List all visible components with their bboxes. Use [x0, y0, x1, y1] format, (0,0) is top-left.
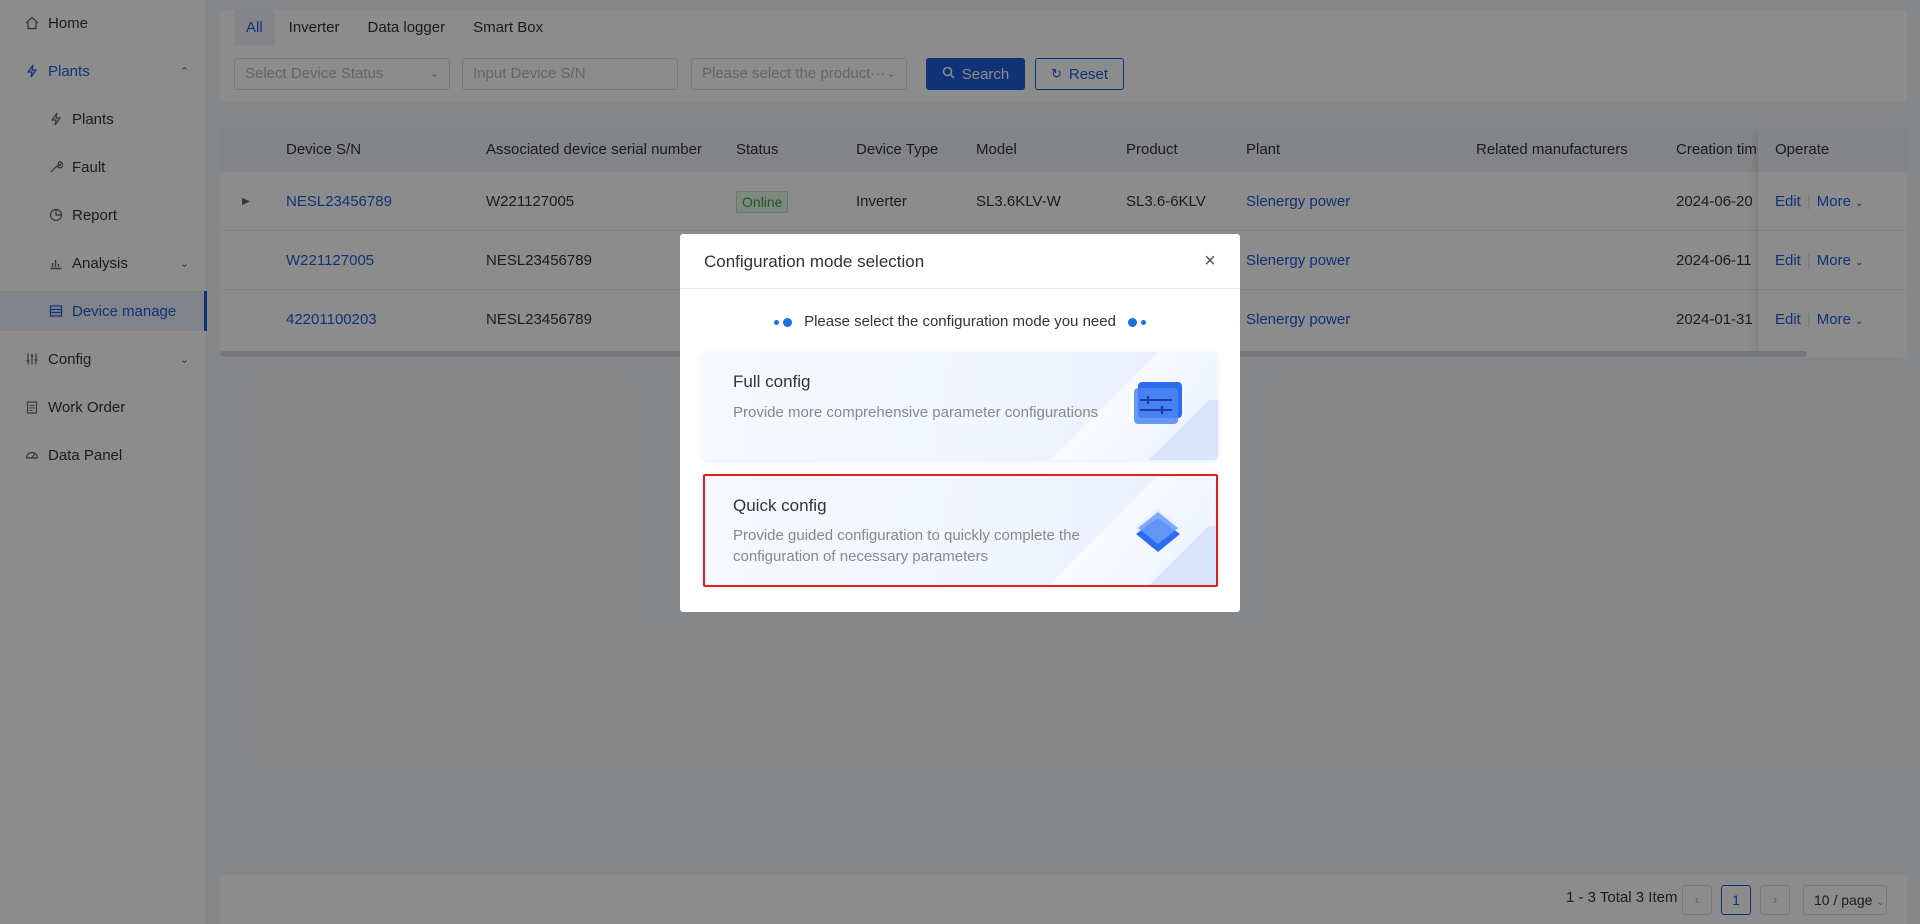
- full-config-option[interactable]: Full config Provide more comprehensive p…: [703, 352, 1218, 460]
- close-icon[interactable]: ×: [1200, 251, 1220, 271]
- dots-decoration-left: [773, 314, 792, 331]
- quick-config-desc: Provide guided configuration to quickly …: [733, 527, 1080, 565]
- full-config-desc: Provide more comprehensive parameter con…: [733, 404, 1099, 421]
- config-mode-dialog: Configuration mode selection × Please se…: [680, 234, 1240, 612]
- quick-config-option[interactable]: Quick config Provide guided configuratio…: [703, 474, 1218, 586]
- settings-panel-icon: [1128, 380, 1184, 434]
- quick-config-title: Quick config: [733, 496, 827, 515]
- dots-decoration-right: [1128, 314, 1147, 331]
- dialog-title: Configuration mode selection: [680, 234, 1240, 289]
- layers-icon: [1130, 504, 1186, 564]
- dialog-hint: Please select the configuration mode you…: [680, 313, 1240, 331]
- full-config-title: Full config: [733, 372, 811, 391]
- dialog-hint-text: Please select the configuration mode you…: [804, 313, 1116, 330]
